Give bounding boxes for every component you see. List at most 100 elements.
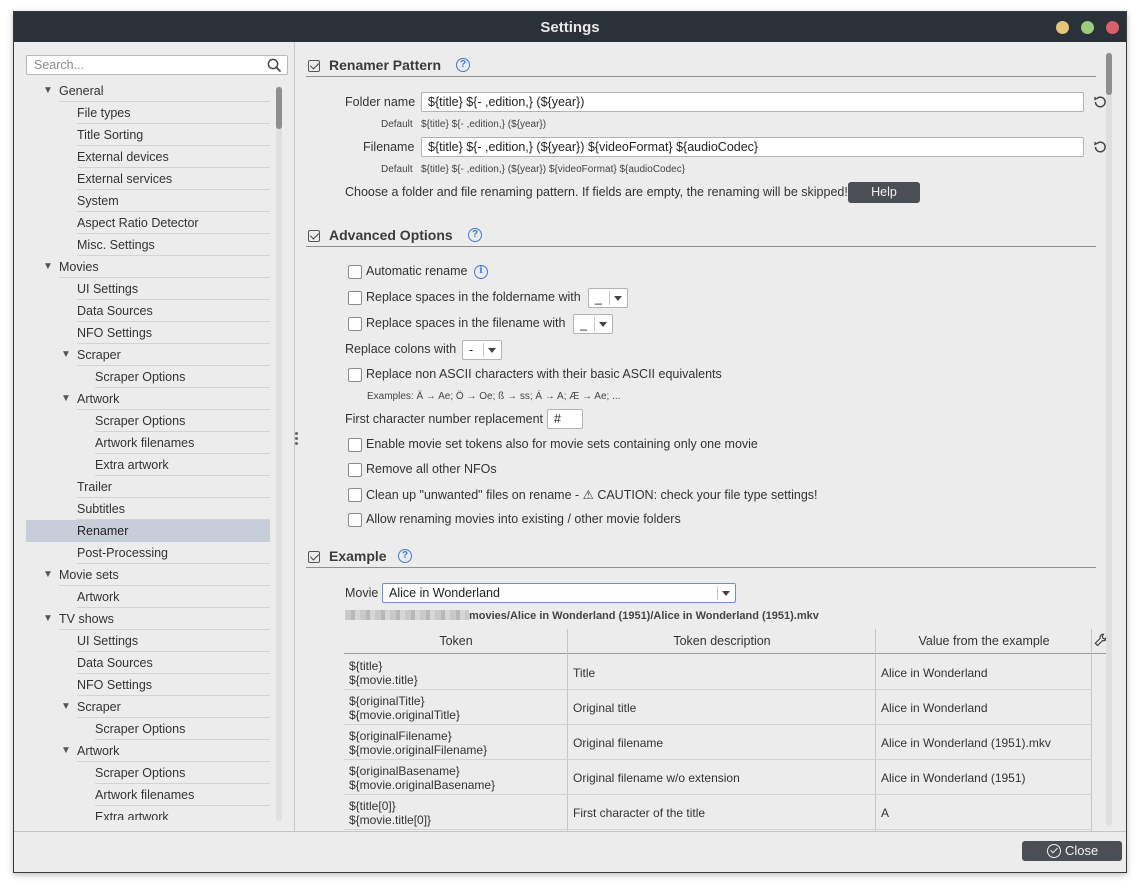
tree-item[interactable]: Post-Processing bbox=[26, 542, 270, 564]
splitter-grip[interactable] bbox=[295, 432, 299, 446]
replace-spaces-folder-select[interactable]: _ bbox=[588, 288, 628, 308]
expand-arrow-icon[interactable]: ▼ bbox=[43, 608, 53, 630]
tree-item[interactable]: ▼ Movie sets bbox=[26, 564, 270, 586]
tree-item[interactable]: Extra artwork bbox=[26, 806, 270, 820]
tree-item[interactable]: External devices bbox=[26, 146, 270, 168]
description-cell: Original filename bbox=[573, 735, 664, 750]
tree-item[interactable]: ▼ TV shows bbox=[26, 608, 270, 630]
tree-item[interactable]: Misc. Settings bbox=[26, 234, 270, 256]
tree-item[interactable]: NFO Settings bbox=[26, 322, 270, 344]
tree-item[interactable]: Extra artwork bbox=[26, 454, 270, 476]
default-label: Default bbox=[381, 119, 413, 130]
expand-arrow-icon[interactable]: ▼ bbox=[61, 388, 71, 410]
allow-existing-checkbox[interactable] bbox=[348, 513, 362, 527]
tree-item[interactable]: NFO Settings bbox=[26, 674, 270, 696]
tree-item[interactable]: ▼ General bbox=[26, 80, 270, 102]
column-header-value[interactable]: Value from the example bbox=[876, 629, 1092, 654]
main-scrollbar-thumb[interactable] bbox=[1106, 53, 1112, 95]
sidebar-scrollbar[interactable] bbox=[276, 86, 282, 821]
tree-item-label: Scraper Options bbox=[95, 410, 270, 432]
tree-item[interactable]: File types bbox=[26, 102, 270, 124]
tree-item-label: External services bbox=[77, 168, 270, 190]
tree-item[interactable]: Scraper Options bbox=[26, 410, 270, 432]
table-row[interactable]: ${originalBasename} ${movie.originalBasen… bbox=[344, 760, 1092, 795]
tree-item[interactable]: Artwork bbox=[26, 586, 270, 608]
cleanup-checkbox[interactable] bbox=[348, 488, 362, 502]
help-circle-icon[interactable]: ? bbox=[456, 58, 470, 72]
info-icon[interactable]: i bbox=[474, 265, 488, 279]
help-circle-icon[interactable]: ? bbox=[398, 549, 412, 563]
help-button[interactable]: Help bbox=[848, 182, 920, 203]
movie-set-tokens-checkbox[interactable] bbox=[348, 438, 362, 452]
expand-arrow-icon[interactable]: ▼ bbox=[61, 344, 71, 366]
close-button[interactable]: Close bbox=[1022, 841, 1122, 861]
movie-set-tokens-label: Enable movie set tokens also for movie s… bbox=[366, 437, 758, 451]
check-circle-icon bbox=[1047, 844, 1061, 858]
minimize-button[interactable] bbox=[1056, 21, 1069, 34]
tree-item[interactable]: Artwork filenames bbox=[26, 784, 270, 806]
table-row[interactable]: ${originalFilename} ${movie.originalFilen… bbox=[344, 725, 1092, 760]
help-circle-icon[interactable]: ? bbox=[468, 228, 482, 242]
tree-item[interactable]: Aspect Ratio Detector bbox=[26, 212, 270, 234]
replace-colons-select[interactable]: - bbox=[462, 340, 502, 360]
folder-default-value: ${title} ${- ,edition,} (${year}) bbox=[421, 119, 547, 130]
chevron-down-icon bbox=[599, 322, 607, 327]
replace-spaces-file-checkbox[interactable] bbox=[348, 317, 362, 331]
cleanup-label: Clean up "unwanted" files on rename - ⚠ … bbox=[366, 488, 818, 502]
table-row[interactable]: ${title} ${movie.title} Title Alice in Wond… bbox=[344, 655, 1092, 690]
table-row[interactable]: ${originalTitle} ${movie.originalTitle} Or… bbox=[344, 690, 1092, 725]
title-bar: Settings bbox=[14, 12, 1126, 42]
expand-arrow-icon[interactable]: ▼ bbox=[43, 256, 53, 278]
tree-item[interactable]: Trailer bbox=[26, 476, 270, 498]
sidebar-scrollbar-thumb[interactable] bbox=[276, 87, 282, 129]
tree-item[interactable]: Title Sorting bbox=[26, 124, 270, 146]
non-ascii-checkbox[interactable] bbox=[348, 368, 362, 382]
replace-spaces-file-select[interactable]: _ bbox=[573, 314, 613, 334]
column-header-token[interactable]: Token bbox=[344, 629, 568, 654]
close-window-button[interactable] bbox=[1106, 21, 1119, 34]
tree-item[interactable]: Scraper Options bbox=[26, 366, 270, 388]
collapse-toggle[interactable] bbox=[308, 230, 320, 242]
expand-arrow-icon[interactable]: ▼ bbox=[43, 564, 53, 586]
tree-item[interactable]: Artwork filenames bbox=[26, 432, 270, 454]
tree-item[interactable]: System bbox=[26, 190, 270, 212]
collapse-toggle[interactable] bbox=[308, 60, 320, 72]
filename-input[interactable]: ${title} ${- ,edition,} (${year}) ${vide… bbox=[421, 137, 1084, 157]
tree-item[interactable]: External services bbox=[26, 168, 270, 190]
tree-item[interactable]: ▼ Scraper bbox=[26, 344, 270, 366]
maximize-button[interactable] bbox=[1081, 21, 1094, 34]
tree-item-label: Post-Processing bbox=[77, 542, 270, 564]
first-char-input[interactable]: # bbox=[547, 409, 583, 429]
tree-item[interactable]: ▼ Artwork bbox=[26, 388, 270, 410]
redacted-path-prefix bbox=[345, 610, 469, 620]
expand-arrow-icon[interactable]: ▼ bbox=[43, 80, 53, 102]
tree-item[interactable]: Data Sources bbox=[26, 300, 270, 322]
section-title: Example bbox=[329, 548, 387, 564]
column-header-description[interactable]: Token description bbox=[568, 629, 876, 654]
tree-item[interactable]: ▼ Scraper bbox=[26, 696, 270, 718]
tree-item[interactable]: Subtitles bbox=[26, 498, 270, 520]
tree-item[interactable]: ▼ Movies bbox=[26, 256, 270, 278]
tree-item[interactable]: UI Settings bbox=[26, 630, 270, 652]
tree-item[interactable]: UI Settings bbox=[26, 278, 270, 300]
tree-item[interactable]: Data Sources bbox=[26, 652, 270, 674]
collapse-toggle[interactable] bbox=[308, 551, 320, 563]
search-input[interactable] bbox=[32, 57, 252, 73]
tree-item-label: UI Settings bbox=[77, 278, 270, 300]
filename-label: Filename bbox=[363, 140, 415, 154]
expand-arrow-icon[interactable]: ▼ bbox=[61, 740, 71, 762]
folder-name-input[interactable]: ${title} ${- ,edition,} (${year}) bbox=[421, 92, 1084, 112]
table-row[interactable]: ${title[0]} ${movie.title[0]} First charac… bbox=[344, 795, 1092, 830]
tree-item[interactable]: Scraper Options bbox=[26, 718, 270, 740]
remove-nfos-checkbox[interactable] bbox=[348, 463, 362, 477]
tree-item[interactable]: Renamer bbox=[26, 520, 270, 542]
automatic-rename-checkbox[interactable] bbox=[348, 265, 362, 279]
tree-item[interactable]: ▼ Artwork bbox=[26, 740, 270, 762]
value-cell: Alice in Wonderland (1951) bbox=[881, 770, 1026, 785]
replace-spaces-folder-checkbox[interactable] bbox=[348, 291, 362, 305]
movie-select[interactable]: Alice in Wonderland bbox=[382, 583, 736, 603]
tree-item[interactable]: Scraper Options bbox=[26, 762, 270, 784]
search-icon[interactable] bbox=[267, 58, 282, 76]
expand-arrow-icon[interactable]: ▼ bbox=[61, 696, 71, 718]
main-scrollbar[interactable] bbox=[1106, 52, 1112, 826]
